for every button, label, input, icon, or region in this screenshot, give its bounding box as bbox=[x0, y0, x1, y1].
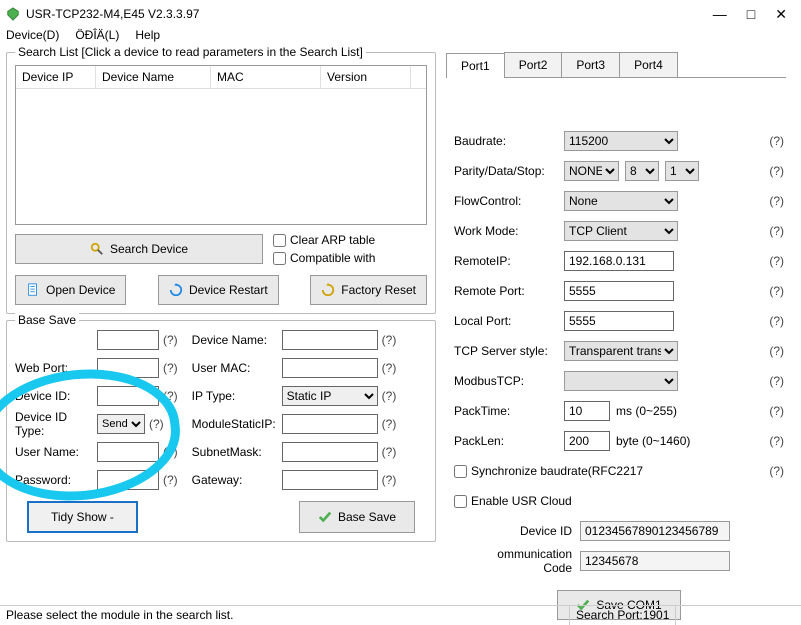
document-icon bbox=[26, 283, 40, 297]
user-mac-label: User MAC: bbox=[192, 361, 278, 375]
device-list[interactable]: Device IP Device Name MAC Version bbox=[15, 65, 427, 225]
tab-port4[interactable]: Port4 bbox=[619, 52, 678, 77]
base-save-legend: Base Save bbox=[15, 313, 79, 327]
status-search-port: Search Port:1901 bbox=[570, 606, 676, 625]
enable-usr-cloud-checkbox[interactable]: Enable USR Cloud bbox=[454, 494, 572, 508]
sync-baudrate-checkbox[interactable]: Synchronize baudrate(RFC2217 bbox=[454, 464, 643, 478]
stopbits-select[interactable]: 1 bbox=[665, 161, 699, 181]
search-icon bbox=[90, 242, 104, 256]
device-id-input[interactable] bbox=[97, 386, 159, 406]
remote-port-input[interactable] bbox=[564, 281, 674, 301]
username-input[interactable] bbox=[97, 442, 159, 462]
parity-data-stop-label: Parity/Data/Stop: bbox=[454, 164, 558, 178]
device-id-label: Device ID: bbox=[15, 389, 93, 403]
flowcontrol-label: FlowControl: bbox=[454, 194, 558, 208]
window-title: USR-TCP232-M4,E45 V2.3.3.97 bbox=[26, 7, 713, 21]
device-id-type-select[interactable]: Send bbox=[97, 414, 145, 434]
tab-port2[interactable]: Port2 bbox=[504, 52, 563, 77]
password-label: Password: bbox=[15, 473, 93, 487]
clear-arp-checkbox[interactable]: Clear ARP table bbox=[273, 233, 375, 247]
factory-reset-icon bbox=[321, 283, 335, 297]
modbus-tcp-label: ModbusTCP: bbox=[454, 374, 558, 388]
base-save-group: Base Save (?) Web Port:(?) Device ID:(?)… bbox=[6, 320, 436, 542]
communication-code-input[interactable] bbox=[580, 551, 730, 571]
close-button[interactable]: ✕ bbox=[775, 6, 787, 23]
port-tabs: Port1 Port2 Port3 Port4 bbox=[446, 52, 786, 78]
packtime-input[interactable] bbox=[564, 401, 610, 421]
search-device-button[interactable]: Search Device bbox=[15, 234, 263, 264]
maximize-button[interactable]: □ bbox=[747, 6, 755, 23]
web-port-input[interactable] bbox=[97, 358, 159, 378]
tcp-server-style-label: TCP Server style: bbox=[454, 344, 558, 358]
flowcontrol-select[interactable]: None bbox=[564, 191, 678, 211]
baudrate-label: Baudrate: bbox=[454, 134, 558, 148]
factory-reset-button[interactable]: Factory Reset bbox=[310, 275, 427, 305]
base-save-button[interactable]: Base Save bbox=[299, 501, 415, 533]
remote-ip-input[interactable] bbox=[564, 251, 674, 271]
remote-port-label: Remote Port: bbox=[454, 284, 558, 298]
status-bar: Please select the module in the search l… bbox=[0, 605, 801, 625]
ip-type-select[interactable]: Static IP bbox=[282, 386, 378, 406]
base-input-blank[interactable] bbox=[97, 330, 159, 350]
workmode-label: Work Mode: bbox=[454, 224, 558, 238]
username-label: User Name: bbox=[15, 445, 93, 459]
modbus-tcp-select[interactable] bbox=[564, 371, 678, 391]
minimize-button[interactable]: — bbox=[713, 6, 727, 23]
user-mac-input[interactable] bbox=[282, 358, 378, 378]
parity-select[interactable]: NONE bbox=[564, 161, 619, 181]
ip-type-label: IP Type: bbox=[192, 389, 278, 403]
device-id-type-label: Device ID Type: bbox=[15, 410, 93, 438]
databits-select[interactable]: 8 bbox=[625, 161, 659, 181]
search-list-group: Search List [Click a device to read para… bbox=[6, 52, 436, 314]
tab-port3[interactable]: Port3 bbox=[561, 52, 620, 77]
col-device-name[interactable]: Device Name bbox=[96, 66, 211, 88]
local-port-input[interactable] bbox=[564, 311, 674, 331]
app-icon bbox=[6, 7, 20, 21]
col-device-ip[interactable]: Device IP bbox=[16, 66, 96, 88]
packlen-input[interactable] bbox=[564, 431, 610, 451]
cloud-device-id-input[interactable] bbox=[580, 521, 730, 541]
search-list-legend: Search List [Click a device to read para… bbox=[15, 45, 366, 59]
gateway-label: Gateway: bbox=[192, 473, 278, 487]
web-port-label: Web Port: bbox=[15, 361, 93, 375]
cloud-device-id-label: Device ID bbox=[474, 524, 572, 538]
workmode-select[interactable]: TCP Client bbox=[564, 221, 678, 241]
local-port-label: Local Port: bbox=[454, 314, 558, 328]
gateway-input[interactable] bbox=[282, 470, 378, 490]
compatible-checkbox[interactable]: Compatible with bbox=[273, 251, 375, 265]
module-static-ip-input[interactable] bbox=[282, 414, 378, 434]
restart-icon bbox=[169, 283, 183, 297]
baudrate-select[interactable]: 115200 bbox=[564, 131, 678, 151]
remote-ip-label: RemoteIP: bbox=[454, 254, 558, 268]
tidy-show-button[interactable]: Tidy Show - bbox=[27, 501, 138, 533]
status-message: Please select the module in the search l… bbox=[0, 606, 570, 625]
tcp-server-style-select[interactable]: Transparent transmi bbox=[564, 341, 678, 361]
device-name-label: Device Name: bbox=[192, 333, 278, 347]
device-name-input[interactable] bbox=[282, 330, 378, 350]
col-version[interactable]: Version bbox=[321, 66, 411, 88]
packlen-label: PackLen: bbox=[454, 434, 558, 448]
subnet-mask-label: SubnetMask: bbox=[192, 445, 278, 459]
packtime-label: PackTime: bbox=[454, 404, 558, 418]
communication-code-label: ommunication Code bbox=[474, 547, 572, 575]
col-mac[interactable]: MAC bbox=[211, 66, 321, 88]
open-device-button[interactable]: Open Device bbox=[15, 275, 126, 305]
tab-port1[interactable]: Port1 bbox=[446, 53, 505, 78]
module-static-ip-label: ModuleStaticIP: bbox=[192, 417, 278, 431]
password-input[interactable] bbox=[97, 470, 159, 490]
device-restart-button[interactable]: Device Restart bbox=[158, 275, 279, 305]
subnet-mask-input[interactable] bbox=[282, 442, 378, 462]
check-icon bbox=[318, 510, 332, 524]
